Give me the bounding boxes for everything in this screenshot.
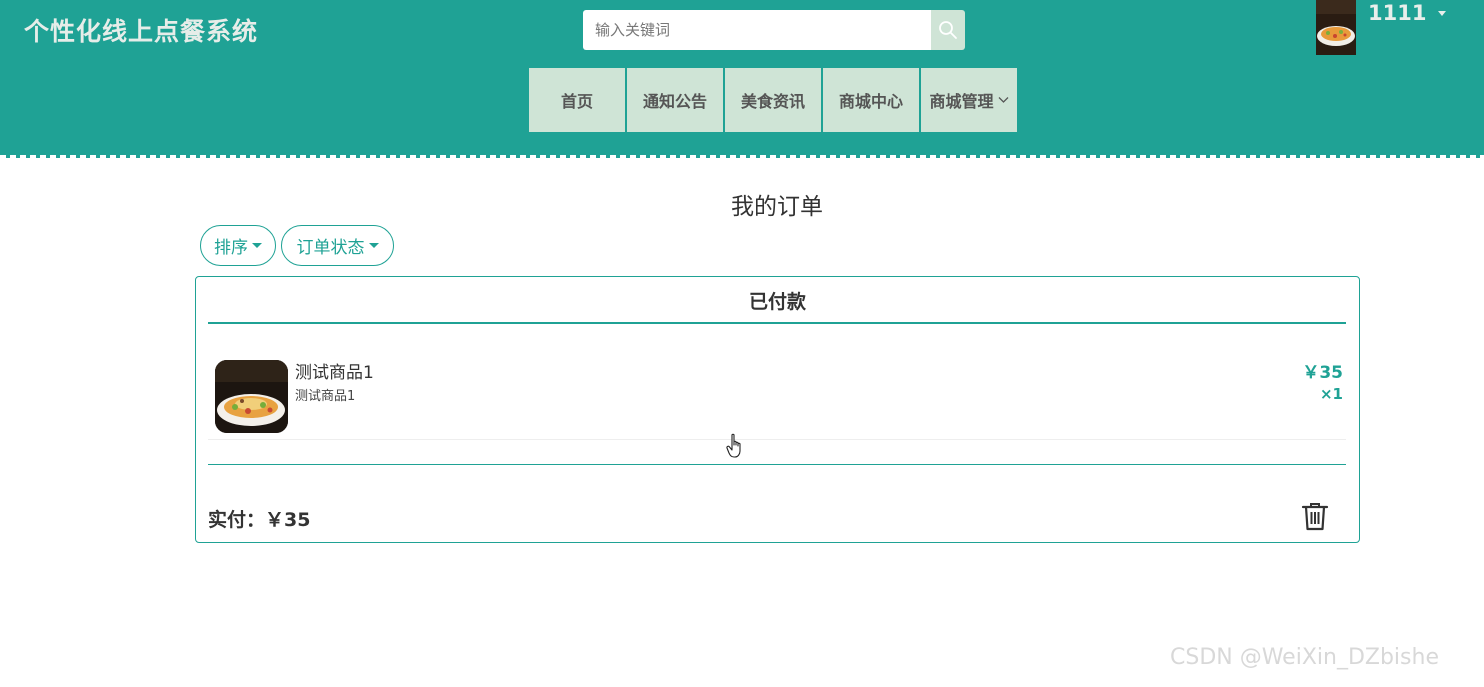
order-item[interactable]: 测试商品1 测试商品1 ￥35 ×1 bbox=[208, 355, 1346, 440]
search-button[interactable] bbox=[931, 10, 965, 50]
nav-food-news[interactable]: 美食资讯 bbox=[725, 68, 821, 132]
food-image bbox=[215, 360, 288, 433]
page-title: 我的订单 bbox=[731, 194, 823, 220]
search-icon bbox=[939, 21, 957, 39]
order-card: 已付款 测试商品1 测试商品1 ￥35 ×1 实付：￥35 bbox=[195, 276, 1360, 543]
site-title: 个性化线上点餐系统 bbox=[24, 17, 259, 46]
caret-down-icon bbox=[252, 243, 262, 248]
food-avatar bbox=[1316, 0, 1356, 55]
search-box bbox=[583, 10, 965, 50]
divider bbox=[208, 322, 1346, 324]
delete-order-button[interactable] bbox=[1301, 501, 1331, 533]
product-price: ￥35 bbox=[1302, 363, 1343, 383]
paid-amount: 实付：￥35 bbox=[208, 509, 311, 531]
order-status: 已付款 bbox=[748, 291, 806, 313]
user-menu-caret-icon[interactable] bbox=[1438, 11, 1446, 16]
nav-label: 美食资讯 bbox=[740, 92, 805, 111]
nav-home[interactable]: 首页 bbox=[529, 68, 625, 132]
nav-notices[interactable]: 通知公告 bbox=[627, 68, 723, 132]
main-nav: 首页 通知公告 美食资讯 商城中心 商城管理 bbox=[529, 68, 1017, 132]
sort-label: 排序 bbox=[214, 238, 248, 258]
nav-label: 通知公告 bbox=[642, 92, 707, 111]
user-avatar[interactable] bbox=[1316, 0, 1356, 55]
divider bbox=[208, 464, 1346, 465]
sort-dropdown[interactable]: 排序 bbox=[200, 225, 276, 266]
nav-label: 首页 bbox=[560, 92, 593, 111]
nav-label: 商城中心 bbox=[838, 92, 903, 111]
order-status-dropdown[interactable]: 订单状态 bbox=[281, 225, 394, 266]
trash-icon bbox=[1301, 503, 1329, 531]
nav-mall-center[interactable]: 商城中心 bbox=[823, 68, 919, 132]
caret-down-icon bbox=[368, 243, 379, 248]
nav-mall-management[interactable]: 商城管理 bbox=[921, 68, 1017, 132]
product-name: 测试商品1 bbox=[295, 363, 374, 383]
top-header: 个性化线上点餐系统 1111 首页 通知公告 bbox=[0, 0, 1484, 158]
watermark: CSDN @WeiXin_DZbishe bbox=[1170, 645, 1439, 670]
product-image[interactable] bbox=[215, 360, 288, 433]
search-input[interactable] bbox=[583, 10, 931, 50]
product-quantity: ×1 bbox=[1319, 385, 1343, 403]
chevron-down-icon bbox=[998, 97, 1008, 103]
hand-cursor-icon bbox=[726, 433, 741, 458]
nav-label: 商城管理 bbox=[929, 92, 994, 111]
user-name[interactable]: 1111 bbox=[1368, 1, 1426, 25]
order-status-label: 订单状态 bbox=[296, 238, 365, 258]
product-desc: 测试商品1 bbox=[295, 389, 356, 404]
